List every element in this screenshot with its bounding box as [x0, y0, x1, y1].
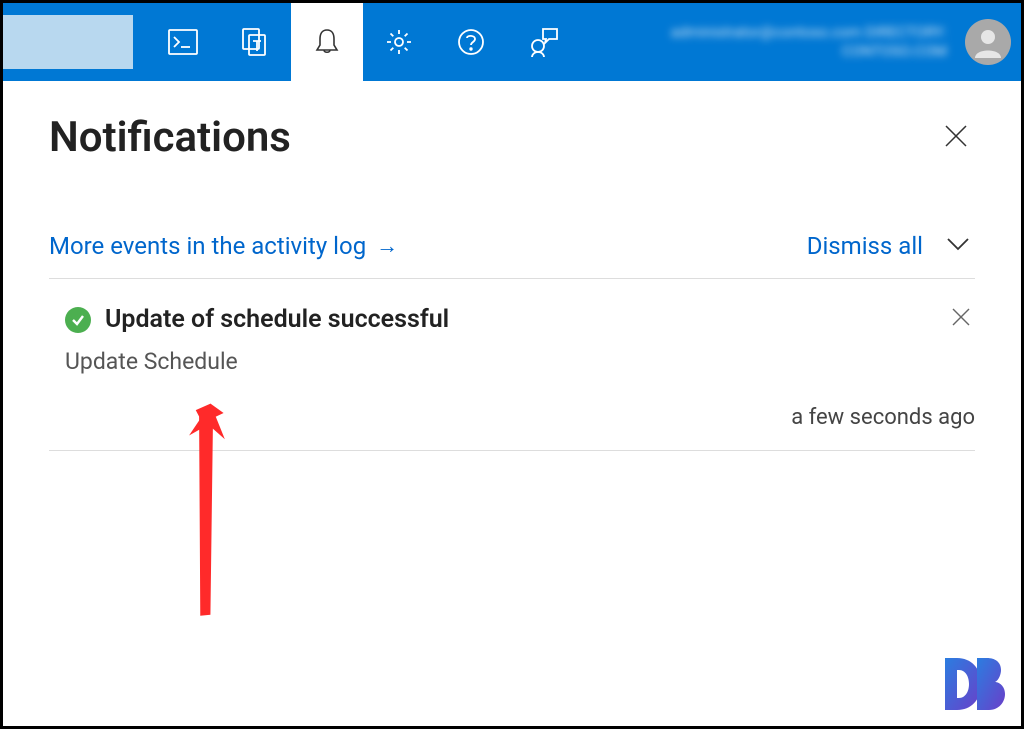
panel-actions-row: More events in the activity log → Dismis… — [49, 232, 975, 279]
filter-icon[interactable] — [219, 3, 291, 81]
activity-log-link-text: More events in the activity log — [49, 232, 366, 260]
header-search-collapsed[interactable] — [3, 15, 133, 69]
notification-item: Update of schedule successful Update Sch… — [49, 279, 975, 451]
header-bar: administrator@contoso.com DIRECTORY: CON… — [3, 3, 1021, 81]
chevron-down-icon[interactable] — [941, 232, 975, 260]
settings-gear-icon[interactable] — [363, 3, 435, 81]
page-title: Notifications — [49, 113, 291, 162]
help-icon[interactable] — [435, 3, 507, 81]
notifications-icon[interactable] — [291, 3, 363, 81]
close-panel-button[interactable] — [937, 117, 975, 159]
header-right: administrator@contoso.com DIRECTORY: CON… — [667, 3, 1011, 81]
notifications-panel: Notifications More events in the activit… — [3, 81, 1021, 451]
arrow-right-icon: → — [376, 233, 398, 259]
notification-title: Update of schedule successful — [105, 305, 449, 334]
activity-log-link[interactable]: More events in the activity log → — [49, 232, 398, 260]
feedback-icon[interactable] — [507, 3, 579, 81]
dismiss-group: Dismiss all — [807, 232, 975, 260]
notification-timestamp: a few seconds ago — [49, 405, 975, 430]
avatar[interactable] — [965, 19, 1011, 65]
dismiss-all-button[interactable]: Dismiss all — [807, 232, 923, 260]
panel-header: Notifications — [49, 113, 975, 162]
dismiss-notification-button[interactable] — [951, 307, 971, 331]
user-account-text[interactable]: administrator@contoso.com DIRECTORY: CON… — [667, 23, 947, 62]
success-check-icon — [65, 307, 91, 333]
header-icon-group — [147, 3, 579, 81]
watermark-logo — [937, 652, 1009, 718]
notification-header: Update of schedule successful — [49, 305, 975, 334]
cloud-shell-icon[interactable] — [147, 3, 219, 81]
notification-body: Update Schedule — [65, 348, 975, 375]
